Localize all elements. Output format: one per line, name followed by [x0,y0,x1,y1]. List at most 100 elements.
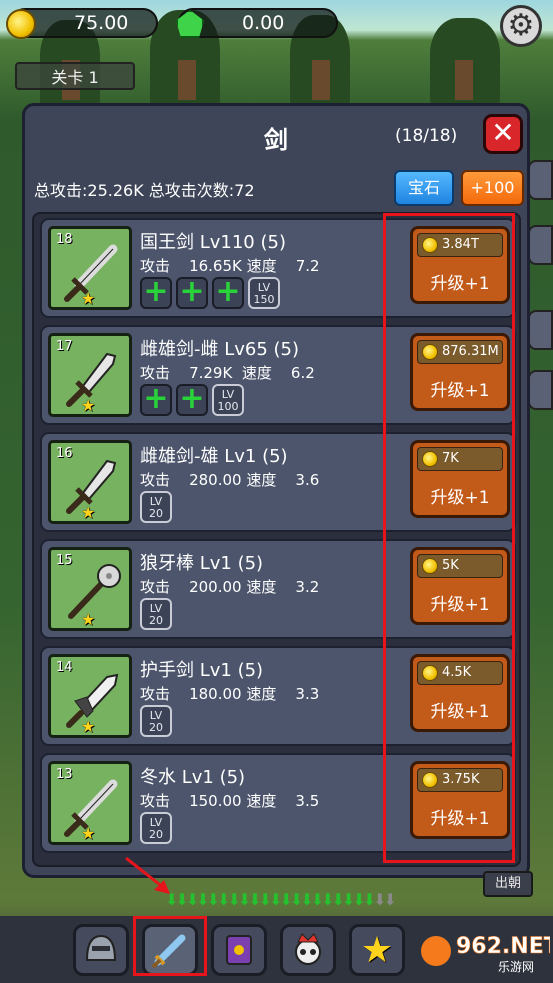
weapon-name: 雌雄剑-雌 Lv65 (5) [140,339,300,360]
upgrade-button[interactable]: 5K 升级+1 [410,547,510,625]
level-tab[interactable]: 关卡 1 [15,62,135,90]
watermark-logo: 962.NET 乐游网 [421,934,553,974]
upgrade-badges: LV 20 [140,812,172,844]
red-arrow-pointer [125,856,170,894]
weapon-row[interactable]: 17 ★ 雌雄剑-雌 Lv65 (5) 攻击 7.29K 速度 6.2 + + LV 100 8… [40,325,516,425]
weapon-icon-tile[interactable]: 17 ★ [48,333,132,417]
weapon-icon-tile[interactable]: 15 ★ [48,547,132,631]
plus-slot-icon[interactable]: + [176,384,208,416]
svg-text:962.NET: 962.NET [456,934,550,959]
gold-coin-icon [422,344,438,360]
upgrade-label: 升级+1 [430,595,490,615]
plus-slot-icon[interactable]: + [212,277,244,309]
level-label: 关卡 1 [51,68,99,87]
weapon-stats: 攻击 7.29K 速度 6.2 [140,364,315,382]
weapon-icon-tile[interactable]: 14 ★ [48,654,132,738]
upgrade-button[interactable]: 876.31M 升级+1 [410,333,510,411]
weapon-row[interactable]: 15 ★ 狼牙棒 Lv1 (5) 攻击 200.00 速度 3.2 LV 20 5K 升级+1 [40,539,516,639]
star-icon: ★ [81,503,96,522]
lv-cap-value: 20 [149,614,163,627]
cost-bar: 3.75K [417,768,503,792]
lv-cap-value: 150 [253,293,275,306]
cost-bar: 7K [417,447,503,471]
weapon-row[interactable]: 18 ★ 国王剑 Lv110 (5) 攻击 16.65K 速度 7.2 + + + LV 150… [40,218,516,318]
weapon-row[interactable]: 16 ★ 雌雄剑-雄 Lv1 (5) 攻击 280.00 速度 3.6 LV 20 7K 升级… [40,432,516,532]
weapon-name: 冬水 Lv1 (5) [140,767,246,788]
upgrade-button[interactable]: 3.84T 升级+1 [410,226,510,304]
weapon-row[interactable]: 13 ★ 冬水 Lv1 (5) 攻击 150.00 速度 3.5 LV 20 3.75K 升级… [40,753,516,853]
lv-cap-badge: LV 20 [140,491,172,523]
gold-coin-icon [422,772,438,788]
close-icon: ✕ [491,116,515,149]
site-watermark: 962.NET 乐游网 [418,925,553,977]
lv-cap-badge: LV 20 [140,705,172,737]
gold-coin-icon [422,665,438,681]
upgrade-cost: 7K [442,451,459,466]
cost-bar: 3.84T [417,233,503,257]
side-button-2[interactable] [528,225,553,265]
dock-spellbook-button[interactable] [211,924,267,976]
upgrade-button[interactable]: 7K 升级+1 [410,440,510,518]
upgrade-cost: 5K [442,558,459,573]
star-icon: ★ [81,610,96,629]
lv-cap-value: 20 [149,721,163,734]
plus-100-button[interactable]: +100 [461,170,524,206]
upgrade-cost: 4.5K [442,665,472,680]
cost-bar: 876.31M [417,340,503,364]
upgrade-badges: LV 20 [140,598,172,630]
upgrade-cost: 3.84T [442,237,479,252]
weapon-stats: 攻击 16.65K 速度 7.2 [140,257,320,275]
lv-cap-badge: LV 20 [140,812,172,844]
gem-button[interactable]: 宝石 [394,170,454,206]
settings-gear-icon[interactable]: ⚙ [500,5,542,47]
dock-skull-button[interactable] [280,924,336,976]
star-icon: ★ [81,289,96,308]
weapon-name: 护手剑 Lv1 (5) [140,660,264,681]
cost-bar: 4.5K [417,661,503,685]
upgrade-button[interactable]: 4.5K 升级+1 [410,654,510,732]
upgrade-label: 升级+1 [430,274,490,294]
weapon-icon-tile[interactable]: 13 ★ [48,761,132,845]
gold-coin-icon [422,558,438,574]
weapon-name: 雌雄剑-雄 Lv1 (5) [140,446,288,467]
plus-slot-icon[interactable]: + [140,384,172,416]
side-button-3[interactable] [528,310,553,350]
plus-slot-icon[interactable]: + [176,277,208,309]
weapon-stats: 攻击 200.00 速度 3.2 [140,578,320,596]
lv-cap-value: 20 [149,828,163,841]
cost-bar: 5K [417,554,503,578]
upgrade-cost: 3.75K [442,772,480,787]
helmet-icon [85,934,117,961]
upgrade-badges: LV 20 [140,491,172,523]
weapon-stats: 攻击 150.00 速度 3.5 [140,792,320,810]
side-button-1[interactable] [528,160,553,200]
dock-star-button[interactable]: ★ [349,924,405,976]
attack-summary: 总攻击:25.26K 总攻击次数:72 [34,181,255,200]
gold-coin-icon [422,237,438,253]
gold-coin-icon [422,451,438,467]
lv-cap-value: 20 [149,507,163,520]
close-button[interactable]: ✕ [483,114,523,154]
dock-helmet-button[interactable] [73,924,129,976]
star-icon: ★ [81,396,96,415]
star-icon: ★ [81,717,96,736]
side-button-4[interactable] [528,370,553,410]
weapon-icon-tile[interactable]: 16 ★ [48,440,132,524]
lv-cap-badge: LV 150 [248,277,280,309]
upgrade-button[interactable]: 3.75K 升级+1 [410,761,510,839]
plus-slot-icon[interactable]: + [140,277,172,309]
weapon-panel: 剑 (18/18) ✕ 总攻击:25.26K 总攻击次数:72 宝石 +100 … [22,103,530,878]
gold-coin-icon [6,9,36,39]
weapon-list[interactable]: 18 ★ 国王剑 Lv110 (5) 攻击 16.65K 速度 7.2 + + + LV 150… [32,212,521,867]
weapon-stats: 攻击 180.00 速度 3.3 [140,685,320,703]
weapon-row[interactable]: 14 ★ 护手剑 Lv1 (5) 攻击 180.00 速度 3.3 LV 20 4.5K 升级… [40,646,516,746]
lv-cap-value: 100 [217,400,239,413]
upgrade-label: 升级+1 [430,381,490,401]
upgrade-label: 升级+1 [430,702,490,722]
stage-progress: ⬇⬇⬇⬇⬇⬇⬇⬇⬇⬇⬇⬇⬇⬇⬇⬇⬇⬇⬇⬇⬇⬇ [165,890,397,909]
upgrade-badges: + + LV 100 [140,384,244,416]
lv-cap-badge: LV 20 [140,598,172,630]
weapon-name: 国王剑 Lv110 (5) [140,232,286,253]
weapon-icon-tile[interactable]: 18 ★ [48,226,132,310]
sortie-button[interactable]: 出朝 [483,871,533,897]
